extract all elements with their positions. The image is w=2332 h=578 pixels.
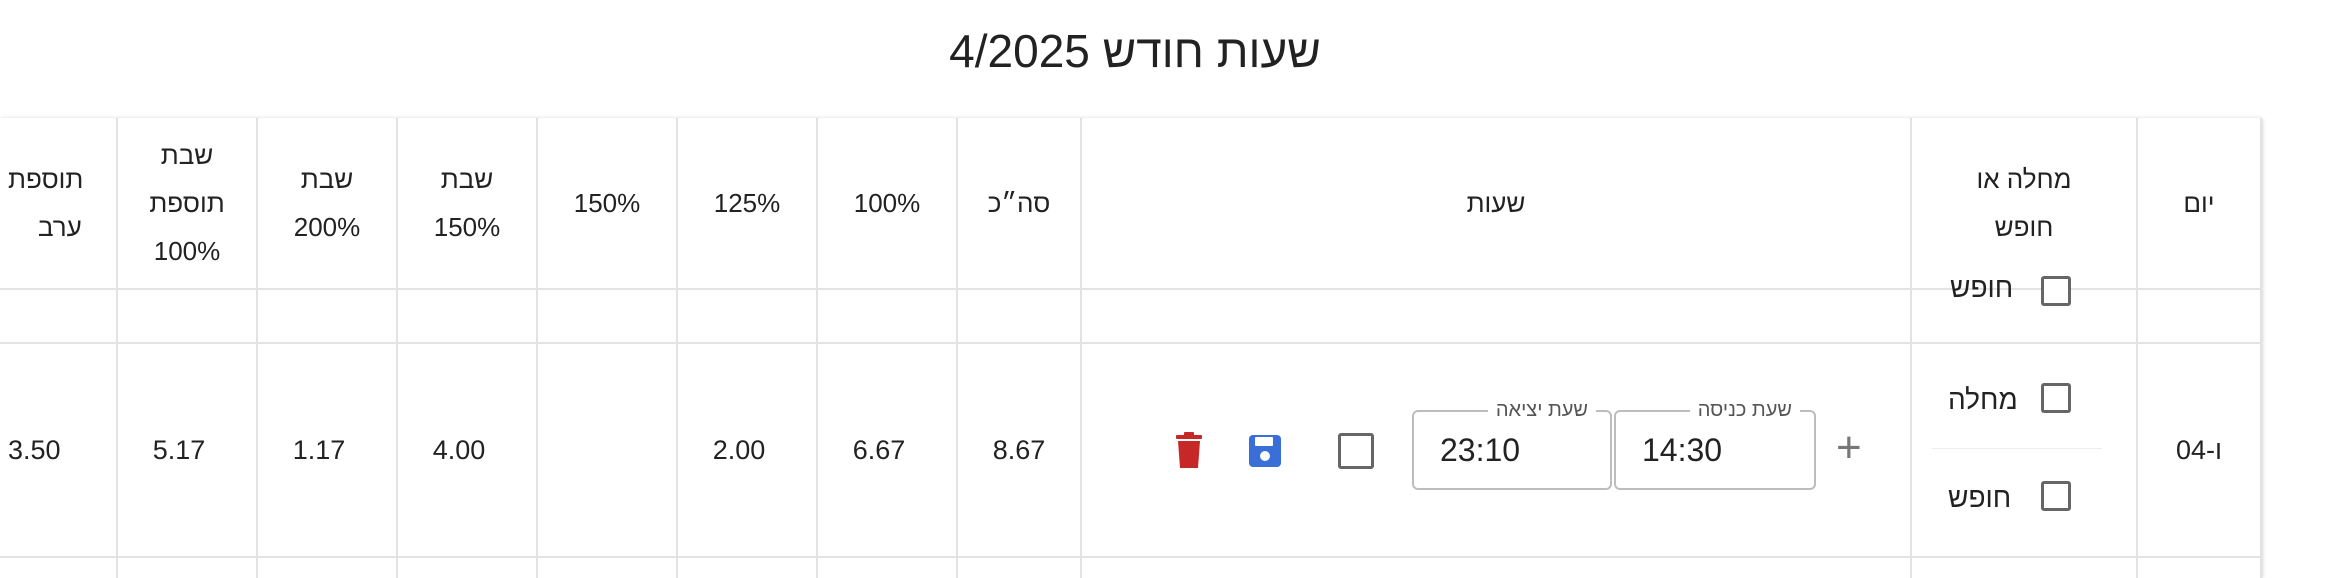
prev-row-clip	[1912, 238, 2136, 288]
add-shift-button[interactable]: +	[1836, 426, 1862, 470]
row-shabbat-200-value: 1.17	[292, 434, 346, 465]
row-125-value: 2.00	[712, 434, 766, 465]
row-evening-extra-value: 3.50	[8, 434, 61, 465]
header-day: יום	[2138, 118, 2260, 288]
header-shabbat-150-line2: 150%	[433, 212, 501, 242]
plus-icon: +	[1836, 423, 1862, 472]
header-shabbat-150-line1: שבת	[440, 164, 494, 194]
row-shabbat-150-value: 4.00	[432, 434, 486, 465]
header-125-label: 125%	[713, 188, 781, 218]
shift-select-checkbox[interactable]	[1338, 433, 1374, 469]
header-125: 125%	[678, 118, 816, 288]
header-100: 100%	[818, 118, 956, 288]
header-150-label: 150%	[573, 188, 641, 218]
row-total-value: 8.67	[992, 434, 1046, 465]
table-right-border	[2260, 118, 2262, 578]
row-day-value: ו-04	[2175, 434, 2223, 465]
entry-time-label: שעת כניסה	[1689, 397, 1800, 423]
header-shabbat-200-line2: 200%	[293, 212, 361, 242]
row-evening-extra: 3.50	[0, 344, 116, 556]
header-shabbat-200: שבת 200%	[258, 118, 396, 288]
row-150	[538, 344, 676, 556]
exit-time-label: שעת יציאה	[1487, 397, 1596, 423]
header-evening-extra: תוספת ערב	[0, 118, 116, 288]
header-150: 150%	[538, 118, 676, 288]
row-100: 6.67	[818, 344, 940, 556]
row-100-value: 6.67	[852, 434, 906, 465]
row-shabbat-150: 4.00	[398, 344, 520, 556]
hours-table: יום מחלה או חופש שעות סה״כ 100% 125% 150…	[0, 118, 2262, 578]
header-evening-extra-line2: ערב	[38, 212, 82, 242]
header-evening-extra-line1: תוספת	[8, 164, 84, 194]
header-sick-or-vacation-line1: מחלה או	[1976, 164, 2072, 194]
header-shabbat-200-line1: שבת	[300, 164, 354, 194]
header-shabbat-extra: שבת תוספת 100%	[118, 118, 256, 288]
trash-icon	[1176, 432, 1202, 468]
sick-vacation-divider	[1932, 448, 2102, 449]
header-hours: שעות	[1082, 118, 1910, 288]
row-125: 2.00	[678, 344, 800, 556]
vacation-checkbox[interactable]	[2041, 481, 2071, 511]
header-shabbat-extra-line2: תוספת	[149, 188, 225, 218]
header-shabbat-150: שבת 150%	[398, 118, 536, 288]
row-shabbat-extra: 5.17	[118, 344, 240, 556]
header-day-label: יום	[2183, 188, 2215, 218]
vacation-label: חופש	[1948, 482, 2012, 513]
header-hours-label: שעות	[1466, 188, 1526, 218]
header-shabbat-extra-line1: שבת	[160, 140, 214, 170]
header-100-label: 100%	[853, 188, 921, 218]
save-button[interactable]	[1248, 434, 1282, 473]
page-title: שעות חודש 4/2025	[949, 25, 1321, 77]
header-divider	[0, 288, 2262, 290]
entry-time-field[interactable]: שעת כניסה 14:30	[1614, 397, 1816, 490]
sick-checkbox[interactable]	[2041, 383, 2071, 413]
floppy-disk-icon	[1249, 435, 1281, 467]
row-shabbat-extra-value: 5.17	[152, 434, 206, 465]
delete-button[interactable]	[1176, 432, 1202, 473]
sick-label: מחלה	[1948, 384, 2018, 415]
row-divider	[0, 556, 2262, 558]
header-total: סה״כ	[958, 118, 1080, 288]
row-day: ו-04	[2138, 344, 2260, 556]
entry-time-value[interactable]: 14:30	[1642, 432, 1722, 469]
row-shabbat-200: 1.17	[258, 344, 380, 556]
exit-time-field[interactable]: שעת יציאה 23:10	[1412, 397, 1612, 490]
row-total: 8.67	[958, 344, 1080, 556]
header-total-label: סה״כ	[987, 188, 1051, 218]
header-shabbat-extra-line3: 100%	[153, 236, 221, 266]
exit-time-value[interactable]: 23:10	[1440, 432, 1520, 469]
